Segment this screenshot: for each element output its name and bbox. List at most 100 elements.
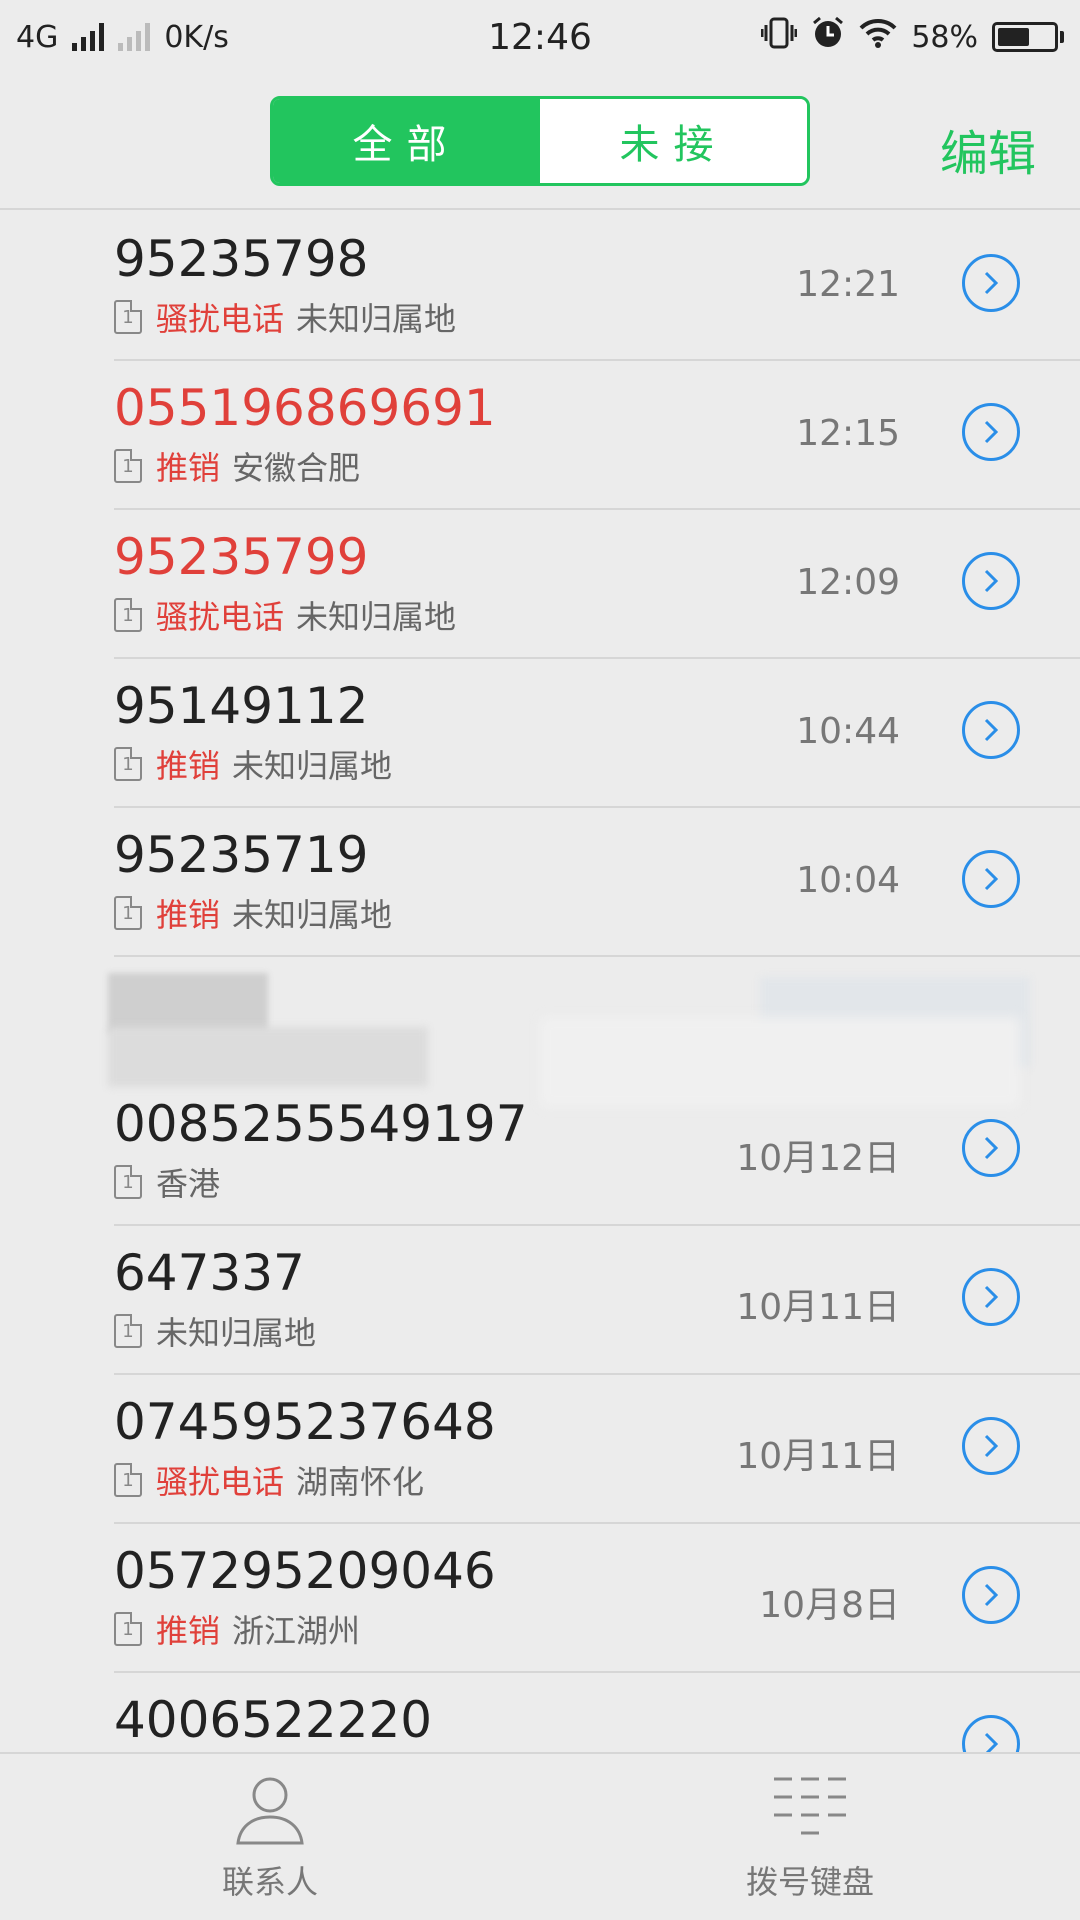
call-location: 湖南怀化 [296,1463,425,1501]
chevron-right-icon[interactable] [962,1566,1020,1624]
call-details: 1 骚扰电话 湖南怀化 [114,1457,424,1503]
battery-percent: 58% [911,19,978,55]
phone-number: 95235719 [114,826,369,884]
header: 全部 未接 编辑 [0,74,1080,210]
phone-number: 055196869691 [114,379,496,437]
sim-card-icon: 1 [114,1314,142,1348]
call-details: 1 推销 安徽合肥 [114,443,360,489]
call-time: 10月11日 [736,1436,900,1477]
call-row[interactable]: 0085255549197 1 香港 10月12日 [114,1077,1080,1226]
call-details: 1 推销 未知归属地 [114,890,392,936]
call-time: 10月12日 [736,1138,900,1179]
status-right: 58% [760,16,1064,58]
dialpad-label: 拨号键盘 [745,1863,874,1901]
phone-number: 0085255549197 [114,1095,528,1153]
call-location: 安徽合肥 [232,449,361,487]
call-list-top: 95235798 1 骚扰电话 未知归属地 12:21 055196869691 1 推销 安徽… [0,212,1080,957]
call-details: 1 推销 未知归属地 [114,741,392,787]
call-row[interactable]: 95235798 1 骚扰电话 未知归属地 12:21 [114,212,1080,361]
spam-tag: 推销 [156,1612,221,1650]
chevron-right-icon[interactable] [962,1417,1020,1475]
call-time: 12:21 [796,264,900,305]
call-time: 10月8日 [759,1585,900,1626]
phone-number: 4006522220 [114,1691,433,1749]
sim-card-icon: 1 [114,896,142,930]
call-log-list[interactable]: 95235798 1 骚扰电话 未知归属地 12:21 055196869691 1 推销 安徽… [0,212,1080,1752]
call-location: 未知归属地 [232,747,393,785]
call-details: 1 骚扰电话 未知归属地 [114,592,456,638]
call-row[interactable]: 055196869691 1 推销 安徽合肥 12:15 [114,361,1080,510]
network-speed: 0K/s [164,19,229,55]
call-row[interactable]: 057295209046 1 推销 浙江湖州 10月8日 [114,1524,1080,1673]
chevron-right-icon[interactable] [962,552,1020,610]
contacts-label: 联系人 [221,1863,318,1901]
chevron-right-icon[interactable] [962,850,1020,908]
call-row[interactable]: 647337 1 未知归属地 10月11日 [114,1226,1080,1375]
cell-signal-2-icon [118,23,151,51]
tab-all[interactable]: 全部 [273,99,540,183]
chevron-right-icon[interactable] [962,403,1020,461]
chevron-right-icon[interactable] [962,1119,1020,1177]
spam-tag: 推销 [156,896,221,934]
wifi-icon [859,18,897,56]
phone-number: 074595237648 [114,1393,496,1451]
contacts-icon [236,1777,304,1845]
spam-tag: 骚扰电话 [156,1463,285,1501]
call-location: 香港 [156,1165,221,1203]
network-type: 4G [16,19,59,55]
phone-number: 057295209046 [114,1542,496,1600]
phone-number: 95235798 [114,230,369,288]
dialpad-tab[interactable]: 拨号键盘 [540,1754,1080,1920]
call-location: 浙江湖州 [232,1612,361,1650]
call-time: 10月11日 [736,1287,900,1328]
edit-button[interactable]: 编辑 [940,114,1036,184]
call-time: 10:44 [796,711,900,752]
status-bar: 4G 0K/s 12:46 58% [0,0,1080,74]
chevron-right-icon[interactable] [962,701,1020,759]
call-location: 未知归属地 [232,896,393,934]
filter-segmented-control: 全部 未接 [270,96,810,186]
spam-tag: 骚扰电话 [156,598,285,636]
sim-card-icon: 1 [114,598,142,632]
call-location: 未知归属地 [296,598,457,636]
phone-number: 95149112 [114,677,369,735]
call-row[interactable]: 40065222201 [114,1673,1080,1752]
phone-number: 95235799 [114,528,369,586]
spam-tag: 骚扰电话 [156,300,285,338]
call-row[interactable]: 95149112 1 推销 未知归属地 10:44 [114,659,1080,808]
call-details: 1 未知归属地 [114,1308,316,1354]
call-time: 10:04 [796,860,900,901]
call-row[interactable]: 95235719 1 推销 未知归属地 10:04 [114,808,1080,957]
call-time: 12:09 [796,562,900,603]
call-list-bottom: 0085255549197 1 香港 10月12日 647337 1 未知归属地 10月11日… [0,1077,1080,1752]
chevron-right-icon[interactable] [962,1715,1020,1752]
call-time: 12:15 [796,413,900,454]
sim-card-icon: 1 [114,300,142,334]
alarm-icon [811,16,845,58]
call-details: 1 骚扰电话 未知归属地 [114,294,456,340]
sim-card-icon: 1 [114,747,142,781]
chevron-right-icon[interactable] [962,254,1020,312]
dialpad-icon [774,1777,846,1835]
call-details: 1 香港 [114,1159,220,1205]
sim-card-icon: 1 [114,449,142,483]
cell-signal-icon [72,23,105,51]
vibrate-icon [760,16,798,58]
spam-tag: 推销 [156,449,221,487]
sim-card-icon: 1 [114,1463,142,1497]
call-details: 1 推销 浙江湖州 [114,1606,360,1652]
contacts-tab[interactable]: 联系人 [0,1754,540,1920]
call-location: 未知归属地 [156,1314,317,1352]
sim-card-icon: 1 [114,1165,142,1199]
phone-number: 647337 [114,1244,305,1302]
spam-tag: 推销 [156,747,221,785]
battery-icon [992,22,1064,52]
tab-missed[interactable]: 未接 [540,99,807,183]
call-row[interactable]: 074595237648 1 骚扰电话 湖南怀化 10月11日 [114,1375,1080,1524]
call-row[interactable]: 95235799 1 骚扰电话 未知归属地 12:09 [114,510,1080,659]
status-left: 4G 0K/s [16,20,229,55]
call-location: 未知归属地 [296,300,457,338]
chevron-right-icon[interactable] [962,1268,1020,1326]
sim-card-icon: 1 [114,1612,142,1646]
bottom-tab-bar: 联系人 拨号键盘 [0,1752,1080,1920]
